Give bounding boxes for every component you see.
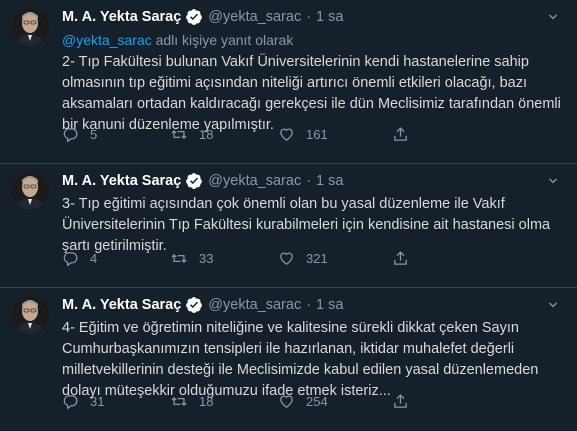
- reply-icon: [62, 393, 79, 410]
- tweet-header: M. A. Yekta Saraç @yekta_sarac · 1 sa: [62, 8, 563, 26]
- retweet-icon: [170, 250, 188, 267]
- like-button[interactable]: 254: [278, 393, 328, 410]
- tweet[interactable]: M. A. Yekta Saraç @yekta_sarac · 1 sa 3-…: [0, 164, 577, 288]
- reply-count: 5: [90, 126, 98, 142]
- share-icon: [392, 126, 409, 143]
- retweet-button[interactable]: 18: [170, 126, 213, 143]
- tweet-text: 3- Tıp eğitimi açısından çok önemli olan…: [62, 196, 551, 254]
- timestamp[interactable]: 1 sa: [316, 173, 343, 189]
- reply-button[interactable]: 4: [62, 250, 97, 267]
- reply-icon: [62, 126, 79, 143]
- separator-dot: ·: [306, 173, 312, 189]
- reply-button[interactable]: 31: [62, 393, 104, 410]
- tweet[interactable]: M. A. Yekta Saraç @yekta_sarac · 1 sa 4-…: [0, 288, 577, 431]
- tweet-header: M. A. Yekta Saraç @yekta_sarac · 1 sa: [62, 296, 563, 314]
- author-handle[interactable]: @yekta_sarac: [208, 173, 301, 189]
- retweet-count: 18: [199, 393, 214, 409]
- tweet-text: 2- Tıp Fakültesi bulunan Vakıf Üniversit…: [62, 54, 561, 133]
- retweet-count: 33: [199, 250, 214, 266]
- like-count: 321: [306, 250, 328, 266]
- more-chevron-icon[interactable]: [543, 172, 563, 190]
- separator-dot: ·: [306, 297, 312, 313]
- share-icon: [392, 393, 409, 410]
- author-name[interactable]: M. A. Yekta Saraç: [62, 173, 181, 189]
- avatar[interactable]: [11, 172, 49, 210]
- author-handle[interactable]: @yekta_sarac: [208, 9, 301, 25]
- share-button[interactable]: [392, 393, 409, 410]
- replying-to-link[interactable]: @yekta_sarac: [62, 32, 152, 48]
- avatar[interactable]: [11, 8, 49, 46]
- heart-icon: [278, 126, 295, 143]
- timestamp[interactable]: 1 sa: [316, 9, 343, 25]
- more-chevron-icon[interactable]: [543, 8, 563, 26]
- replying-to-label: adlı kişiye yanıt olarak: [151, 32, 294, 48]
- retweet-icon: [170, 126, 188, 143]
- verified-badge-icon: [185, 172, 203, 190]
- author-handle[interactable]: @yekta_sarac: [208, 297, 301, 313]
- share-icon: [392, 250, 409, 267]
- reply-button[interactable]: 5: [62, 126, 97, 143]
- author-name[interactable]: M. A. Yekta Saraç: [62, 297, 181, 313]
- share-button[interactable]: [392, 126, 409, 143]
- reply-count: 4: [90, 250, 98, 266]
- author-name[interactable]: M. A. Yekta Saraç: [62, 9, 181, 25]
- tweet-header: M. A. Yekta Saraç @yekta_sarac · 1 sa: [62, 172, 563, 190]
- reply-icon: [62, 250, 79, 267]
- like-button[interactable]: 321: [278, 250, 328, 267]
- like-count: 254: [306, 393, 328, 409]
- more-chevron-icon[interactable]: [543, 296, 563, 314]
- share-button[interactable]: [392, 250, 409, 267]
- avatar[interactable]: [11, 296, 49, 334]
- separator-dot: ·: [306, 9, 312, 25]
- retweet-icon: [170, 393, 188, 410]
- heart-icon: [278, 250, 295, 267]
- like-count: 161: [306, 126, 328, 142]
- verified-badge-icon: [185, 296, 203, 314]
- heart-icon: [278, 393, 295, 410]
- retweet-button[interactable]: 18: [170, 393, 213, 410]
- tweet[interactable]: M. A. Yekta Saraç @yekta_sarac · 1 sa @y…: [0, 0, 577, 164]
- verified-badge-icon: [185, 8, 203, 26]
- retweet-count: 18: [199, 126, 214, 142]
- replying-to: @yekta_sarac adlı kişiye yanıt olarak: [62, 32, 563, 48]
- timestamp[interactable]: 1 sa: [316, 297, 343, 313]
- tweet-text: 4- Eğitim ve öğretimin niteliğine ve kal…: [62, 320, 539, 399]
- retweet-button[interactable]: 33: [170, 250, 213, 267]
- like-button[interactable]: 161: [278, 126, 328, 143]
- reply-count: 31: [90, 393, 105, 409]
